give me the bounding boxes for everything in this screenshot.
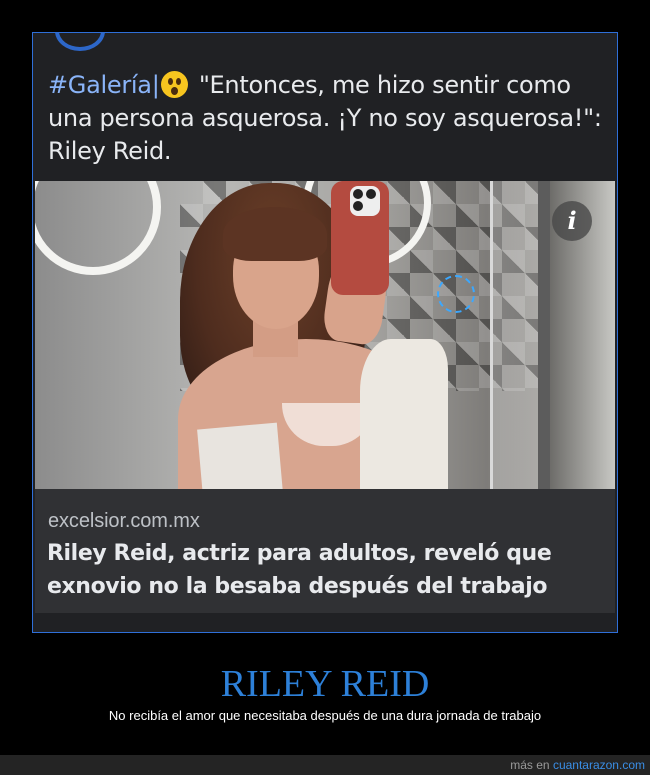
shower-control-icon — [437, 275, 475, 313]
person-bangs — [223, 207, 327, 261]
camera-lens-icon — [353, 189, 363, 199]
article-card[interactable]: i excelsior.com.mx Riley Reid, actriz pa… — [35, 181, 615, 613]
post-text: #Galería| "Entonces, me hizo sentir como… — [48, 69, 608, 168]
astonished-emoji-icon — [161, 71, 189, 98]
camera-lens-icon — [353, 201, 363, 211]
footer-prefix: más en — [510, 758, 553, 772]
article-headline[interactable]: Riley Reid, actriz para adultos, reveló … — [47, 537, 602, 603]
gallery-hashtag[interactable]: #Galería| — [48, 71, 160, 99]
cuantarazon-link[interactable]: cuantarazon.com — [553, 758, 645, 772]
source-domain[interactable]: excelsior.com.mx — [48, 510, 200, 533]
robe-left — [197, 422, 283, 489]
article-image[interactable]: i — [35, 181, 615, 489]
info-icon[interactable]: i — [552, 201, 592, 241]
profile-avatar — [55, 33, 105, 51]
screenshot-frame: #Galería| "Entonces, me hizo sentir como… — [32, 32, 618, 633]
footer-bar: más en cuantarazon.com — [0, 755, 650, 775]
meme-caption: No recibía el amor que necesitaba despué… — [108, 708, 542, 723]
robe-right — [360, 339, 448, 489]
camera-lens-icon — [366, 189, 376, 199]
meme-title: RILEY REID — [220, 663, 430, 705]
mirror-light-left — [35, 181, 161, 275]
